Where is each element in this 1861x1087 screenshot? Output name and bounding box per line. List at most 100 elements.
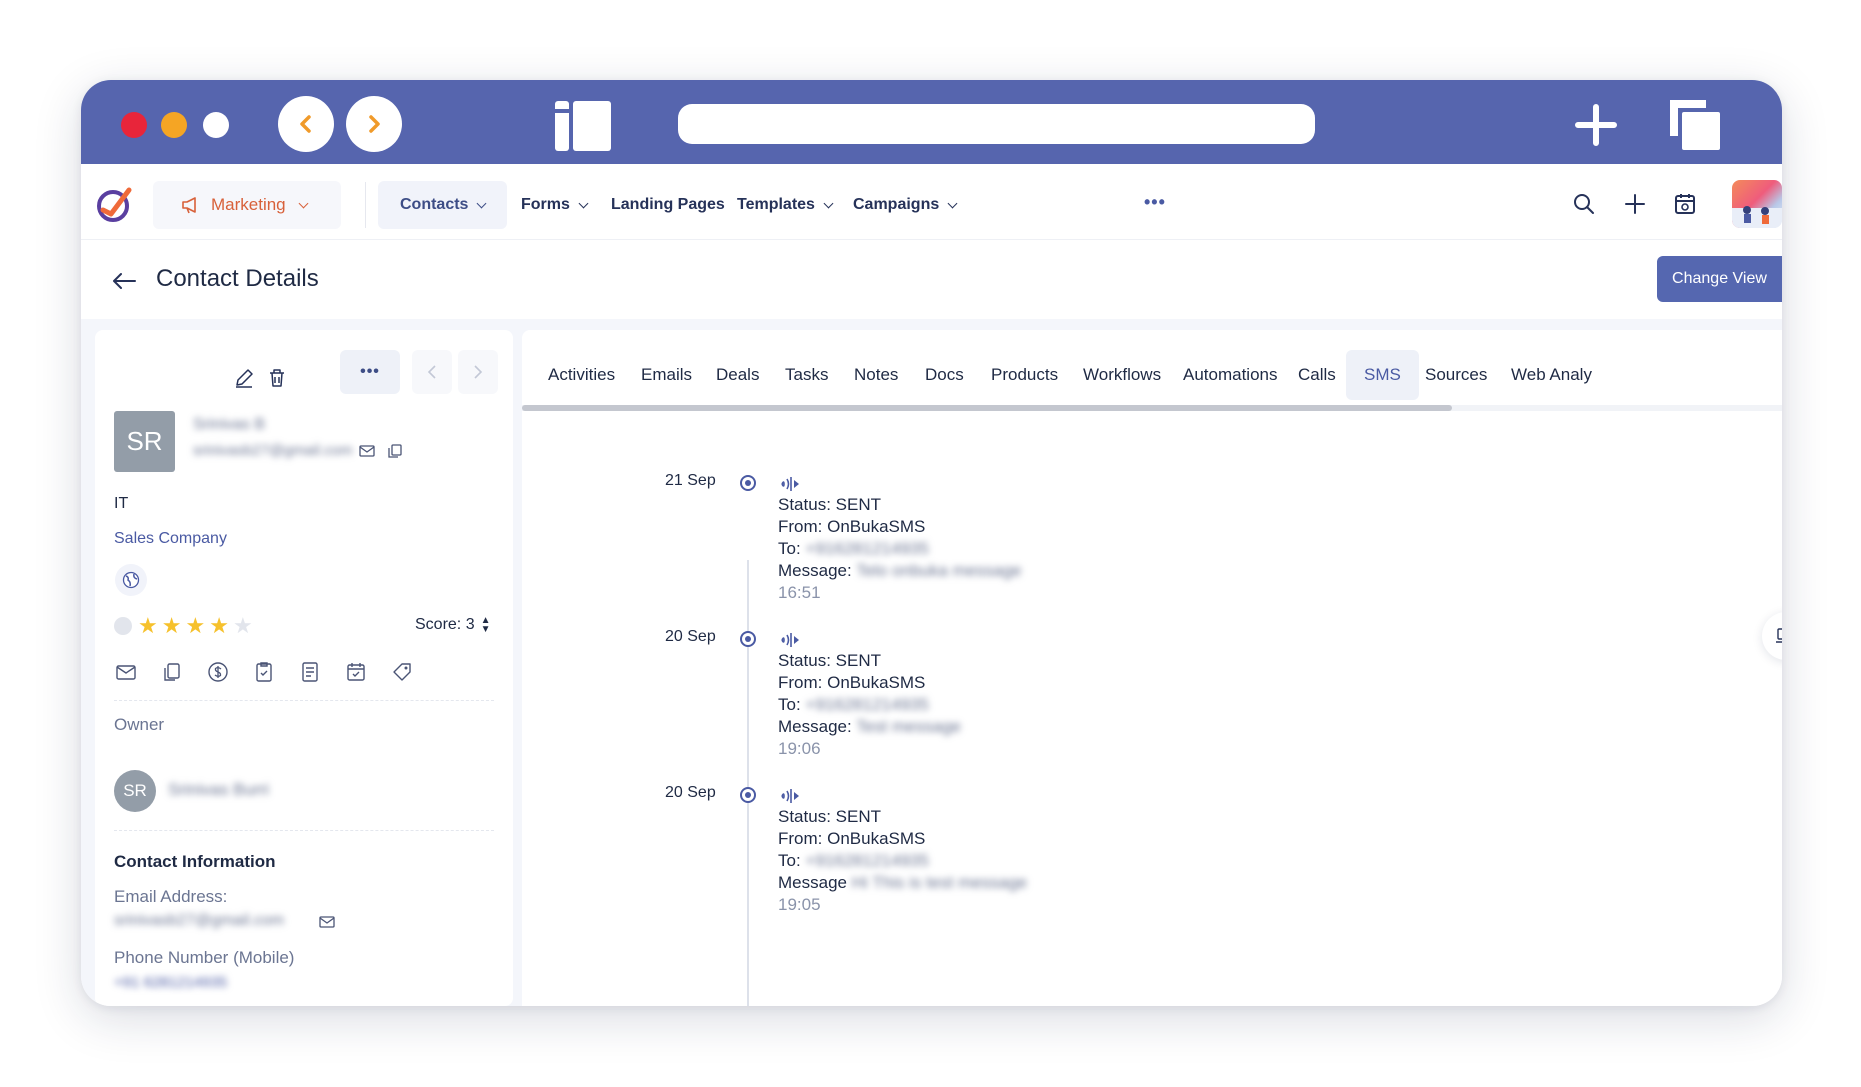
tabs-scrollbar-thumb[interactable] [522,405,1452,411]
tab-workflows[interactable]: Workflows [1083,350,1161,400]
deal-dollar-icon[interactable] [206,660,230,684]
chevron-down-icon [298,198,309,208]
tab-calls[interactable]: Calls [1298,350,1336,400]
sms-to-label: To: [778,851,801,870]
tab-docs[interactable]: Docs [925,350,964,400]
website-button[interactable] [115,564,147,596]
sms-status: Status: SENT [778,807,881,826]
rating-stars[interactable]: ★ ★ ★ ★ ★ [114,613,253,639]
timeline-line [747,560,749,1006]
tab-automations[interactable]: Automations [1183,350,1278,400]
timeline-date: 21 Sep [665,472,716,489]
edit-icon[interactable] [233,367,255,389]
tab-sources[interactable]: Sources [1425,350,1487,400]
minimize-window-dot[interactable] [161,112,187,138]
add-icon[interactable] [1621,190,1649,218]
score-stepper-icon[interactable]: ▲ ▼ [481,616,491,635]
search-icon[interactable] [1570,190,1598,218]
sidebar-toggle-icon[interactable] [555,101,611,151]
previous-contact-button[interactable] [412,350,452,394]
note-icon[interactable] [298,660,322,684]
calendar-icon[interactable] [1671,190,1699,218]
browser-forward-button[interactable] [346,96,402,152]
timeline-date: 20 Sep [665,784,716,801]
chevron-left-icon [427,365,436,379]
next-contact-button[interactable] [458,350,498,394]
tab-emails[interactable]: Emails [641,350,692,400]
nav-campaigns-label: Campaigns [853,196,940,213]
close-window-dot[interactable] [121,112,147,138]
sms-to: To: +916281214935 [778,539,929,559]
contact-company-link[interactable]: Sales Company [114,530,227,548]
sms-to: To: +916281214935 [778,851,929,871]
sms-time: 16:51 [778,583,821,602]
star-icon[interactable]: ★ [185,613,205,639]
nav-forms-label: Forms [521,196,570,213]
contact-activity-panel: Activities Emails Deals Tasks Notes Docs… [522,330,1782,1006]
nav-campaigns[interactable]: Campaigns [853,181,958,229]
chevron-down-icon [477,198,487,208]
chevron-right-icon [369,115,380,133]
task-icon[interactable] [252,660,276,684]
module-switcher[interactable]: Marketing [153,181,341,229]
sms-to-value: +916281214935 [805,851,929,870]
user-avatar[interactable] [1732,180,1782,228]
megaphone-icon [182,197,196,214]
browser-back-button[interactable] [278,96,334,152]
nav-templates[interactable]: Templates [737,181,834,229]
contact-info-heading: Contact Information [114,852,276,871]
sms-to-label: To: [778,539,801,558]
section-divider [114,700,494,701]
nav-landing-pages-label: Landing Pages [611,196,725,213]
tab-activities[interactable]: Activities [548,350,615,400]
owner-name[interactable]: Srinivas Burri [168,780,269,800]
tab-tasks[interactable]: Tasks [785,350,828,400]
duplicate-icon[interactable] [160,660,184,684]
email-address-value[interactable]: srinivasb27@gmail.com [114,912,284,930]
sms-status: Status: SENT [778,495,881,514]
app-logo-icon[interactable] [95,184,135,224]
sms-message-label: Message: [778,561,852,580]
tab-sms[interactable]: SMS [1346,350,1419,400]
mail-icon[interactable] [358,442,376,460]
nav-contacts[interactable]: Contacts [378,181,508,229]
sms-message-value: Telo onbuka message [856,561,1022,580]
tab-products[interactable]: Products [991,350,1058,400]
browser-titlebar [81,80,1782,164]
send-email-icon[interactable] [114,660,138,684]
maximize-window-dot[interactable] [203,112,229,138]
browser-window: Marketing Contacts Forms Landing Pages T… [81,80,1782,1006]
contact-email: srinivasb27@gmail.com [193,442,353,459]
change-view-button[interactable]: Change View [1657,256,1782,302]
tab-deals[interactable]: Deals [716,350,759,400]
calendar-check-icon[interactable] [344,660,368,684]
star-icon[interactable]: ★ [162,613,182,639]
sms-from: From: OnBukaSMS [778,673,926,692]
globe-icon [122,571,140,589]
back-arrow-icon[interactable] [111,271,137,291]
tabs-scrollbar[interactable] [522,405,1782,411]
copy-icon[interactable] [386,442,404,460]
tag-icon[interactable] [390,660,414,684]
delete-icon[interactable] [266,367,288,389]
star-icon[interactable]: ★ [209,613,229,639]
tabs-overview-icon[interactable] [1666,96,1722,152]
phone-number-value[interactable]: +91 6281214935 [114,974,227,991]
address-bar[interactable] [678,104,1315,144]
lead-score[interactable]: Score: 3 ▲ ▼ [415,616,491,635]
nav-forms[interactable]: Forms [521,181,589,229]
chevron-left-icon [300,115,311,133]
mail-icon[interactable] [318,913,336,931]
activity-tabs: Activities Emails Deals Tasks Notes Docs… [522,350,1782,400]
star-icon[interactable]: ★ [138,613,158,639]
nav-landing-pages[interactable]: Landing Pages [611,181,725,229]
nav-more-menu[interactable]: ••• [1144,192,1166,213]
sms-message-label: Message: [778,717,852,736]
clear-rating-icon[interactable] [114,617,132,635]
tab-web-analytics[interactable]: Web Analy [1511,350,1592,400]
more-actions-button[interactable]: ••• [340,350,400,394]
star-icon[interactable]: ★ [233,613,253,639]
tab-notes[interactable]: Notes [854,350,898,400]
new-tab-icon[interactable] [1575,104,1617,146]
sms-time: 19:06 [778,739,821,758]
